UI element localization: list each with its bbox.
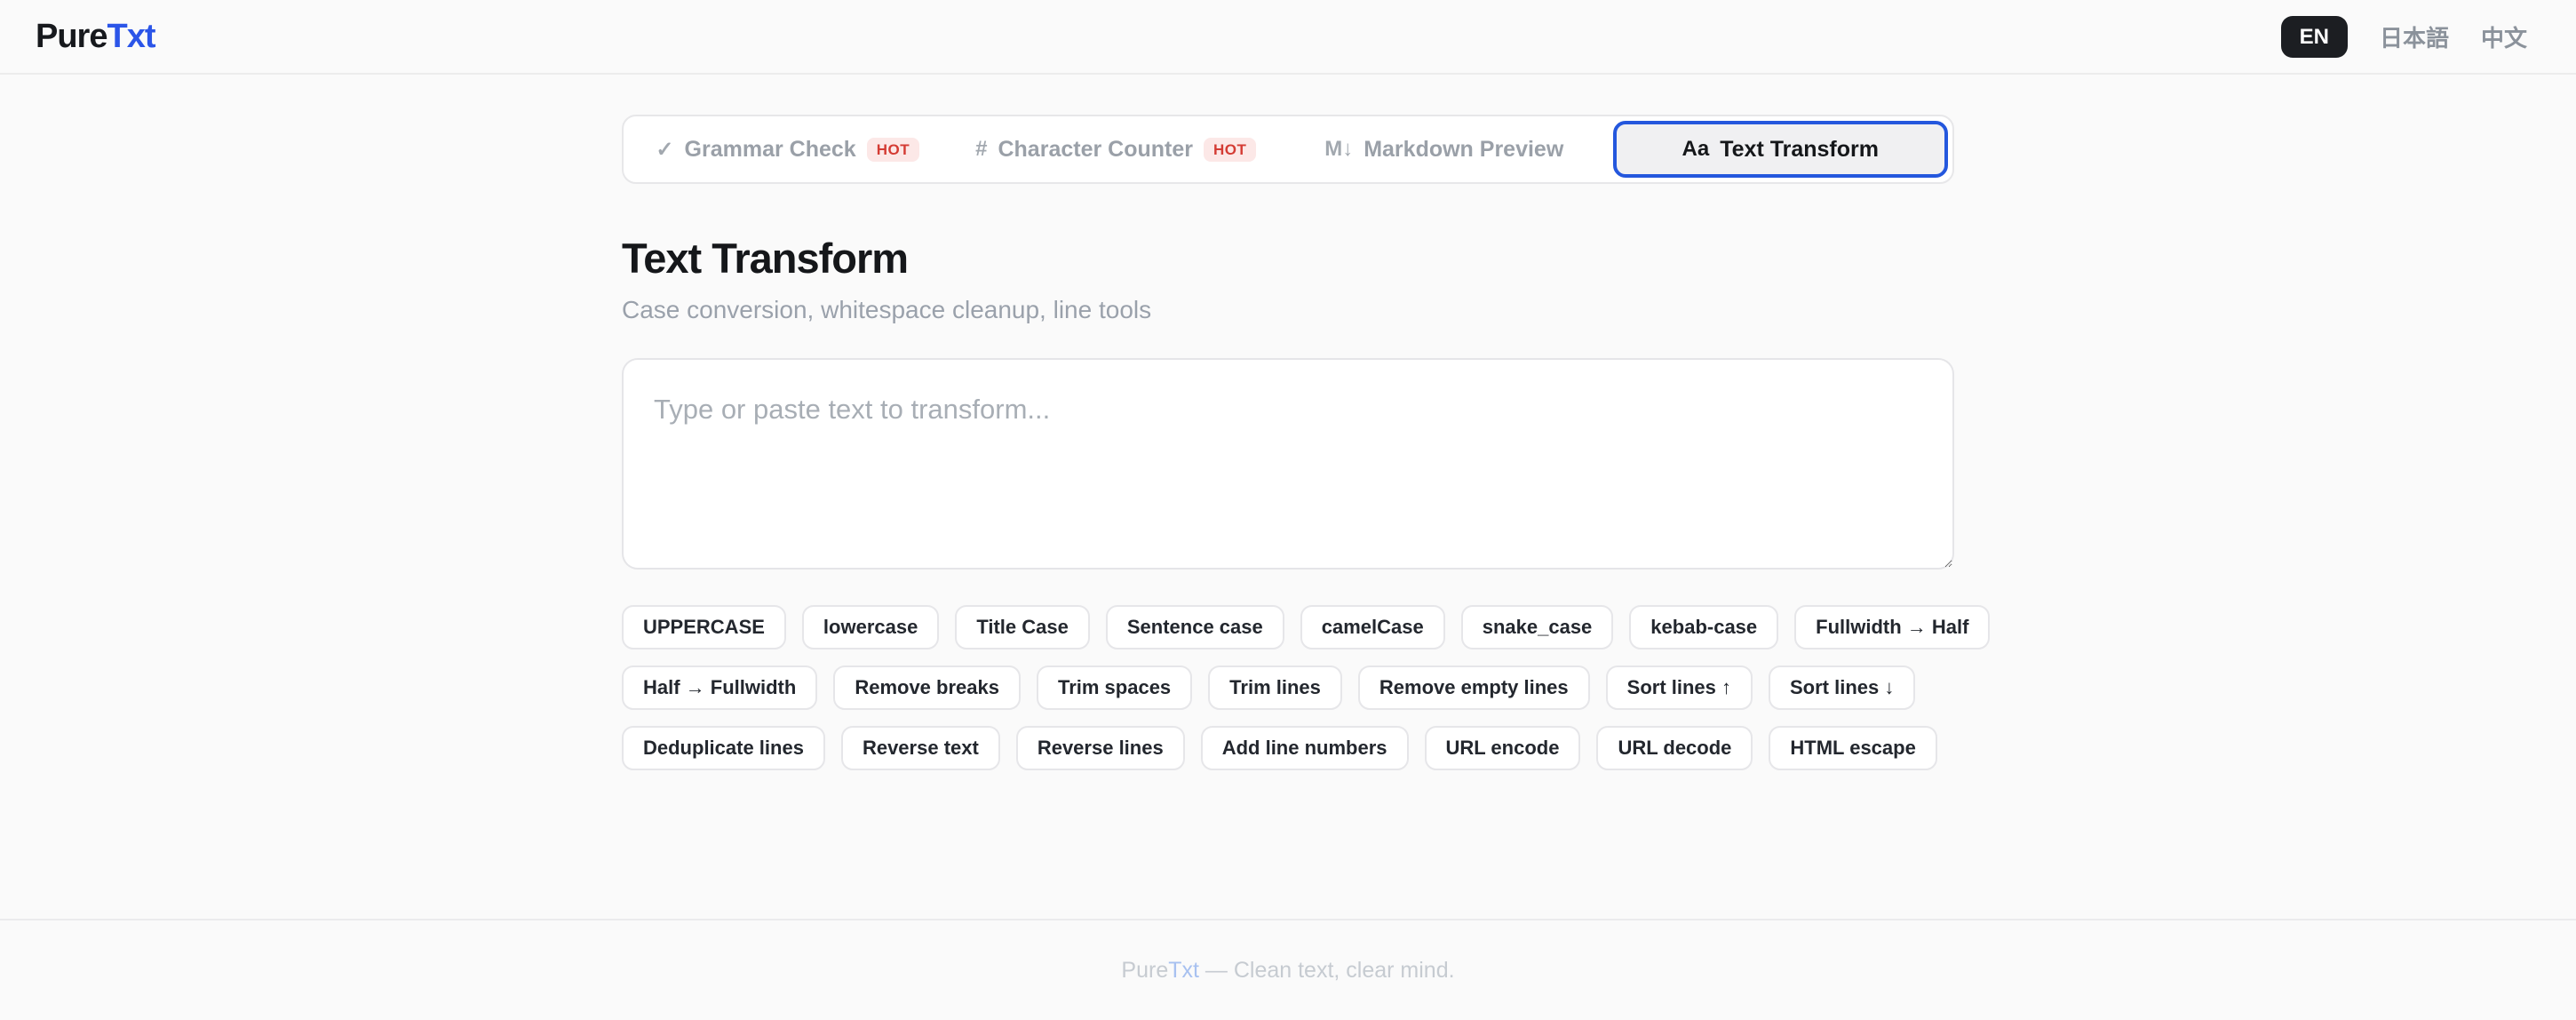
tab-markdown-preview[interactable]: M↓ Markdown Preview <box>1280 116 1609 182</box>
text-transform-icon: Aa <box>1682 137 1710 162</box>
page-title: Text Transform <box>622 234 1954 283</box>
action-snake-case[interactable]: snake_case <box>1461 605 1614 649</box>
header: PureTxt EN 日本語中文 <box>0 0 2576 75</box>
action-remove-empty-lines[interactable]: Remove empty lines <box>1358 665 1590 710</box>
action-lowercase[interactable]: lowercase <box>802 605 939 649</box>
main-content: ✓ Grammar Check HOT # Character Counter HOT M↓… <box>622 75 1954 786</box>
text-input[interactable] <box>622 358 1954 570</box>
hot-badge: HOT <box>1204 138 1256 162</box>
action-trim-spaces[interactable]: Trim spaces <box>1037 665 1192 710</box>
lang-ja[interactable]: 日本語 <box>2380 20 2449 53</box>
markdown-preview-icon: M↓ <box>1324 137 1353 162</box>
action-uppercase[interactable]: UPPERCASE <box>622 605 786 649</box>
tab-label: Markdown Preview <box>1364 137 1563 163</box>
lang-zh[interactable]: 中文 <box>2481 20 2527 53</box>
tab-label: Character Counter <box>998 137 1193 163</box>
tab-text-transform[interactable]: Aa Text Transform <box>1613 121 1949 178</box>
action-row: UPPERCASE lowercase Title Case Sentence cas… <box>622 605 1954 649</box>
footer-tagline-text: — Clean text, clear mind. <box>1199 958 1455 983</box>
footer: PureTxt — Clean text, clear mind. <box>0 919 2576 1020</box>
action-sort-lines-up[interactable]: Sort lines ↑ <box>1606 665 1753 710</box>
hot-badge: HOT <box>867 138 919 162</box>
action-url-decode[interactable]: URL decode <box>1596 726 1753 770</box>
action-remove-breaks[interactable]: Remove breaks <box>833 665 1021 710</box>
action-deduplicate-lines[interactable]: Deduplicate lines <box>622 726 825 770</box>
brand-logo[interactable]: PureTxt <box>36 18 155 56</box>
action-sentence-case[interactable]: Sentence case <box>1106 605 1284 649</box>
tab-label: Grammar Check <box>685 137 856 163</box>
grammar-check-icon: ✓ <box>656 137 673 163</box>
action-kebab-case[interactable]: kebab-case <box>1629 605 1778 649</box>
character-counter-icon: # <box>975 137 987 162</box>
language-switcher: EN 日本語中文 <box>2281 16 2527 58</box>
action-sort-lines-down[interactable]: Sort lines ↓ <box>1769 665 1915 710</box>
action-half-to-fullwidth[interactable]: Half → Fullwidth <box>622 665 817 710</box>
action-html-escape[interactable]: HTML escape <box>1769 726 1936 770</box>
footer-tagline: PureTxt — Clean text, clear mind. <box>1121 958 1454 984</box>
action-url-encode[interactable]: URL encode <box>1425 726 1581 770</box>
action-camelcase[interactable]: camelCase <box>1300 605 1445 649</box>
tool-tabs: ✓ Grammar Check HOT # Character Counter HOT M↓… <box>622 115 1954 184</box>
action-trim-lines[interactable]: Trim lines <box>1208 665 1342 710</box>
tab-label: Text Transform <box>1720 137 1879 163</box>
lang-en[interactable]: EN <box>2281 16 2348 58</box>
transform-actions: UPPERCASE lowercase Title Case Sentence cas… <box>622 605 1954 770</box>
action-reverse-lines[interactable]: Reverse lines <box>1016 726 1185 770</box>
brand-logo-pure: Pure <box>36 18 107 55</box>
page-subtitle: Case conversion, whitespace cleanup, lin… <box>622 296 1954 324</box>
brand-logo-txt: Txt <box>107 18 155 55</box>
action-add-line-numbers[interactable]: Add line numbers <box>1201 726 1409 770</box>
action-reverse-text[interactable]: Reverse text <box>841 726 1000 770</box>
footer-brand-pure: Pure <box>1121 958 1168 983</box>
footer-brand-txt: Txt <box>1168 958 1199 983</box>
action-fullwidth-to-half[interactable]: Fullwidth → Half <box>1794 605 1990 649</box>
action-row: Deduplicate lines Reverse text Reverse lin… <box>622 726 1954 770</box>
tab-character-counter[interactable]: # Character Counter HOT <box>952 116 1281 182</box>
tab-grammar-check[interactable]: ✓ Grammar Check HOT <box>624 116 952 182</box>
action-title-case[interactable]: Title Case <box>955 605 1090 649</box>
action-row: Half → Fullwidth Remove breaks Trim spaces… <box>622 665 1954 710</box>
